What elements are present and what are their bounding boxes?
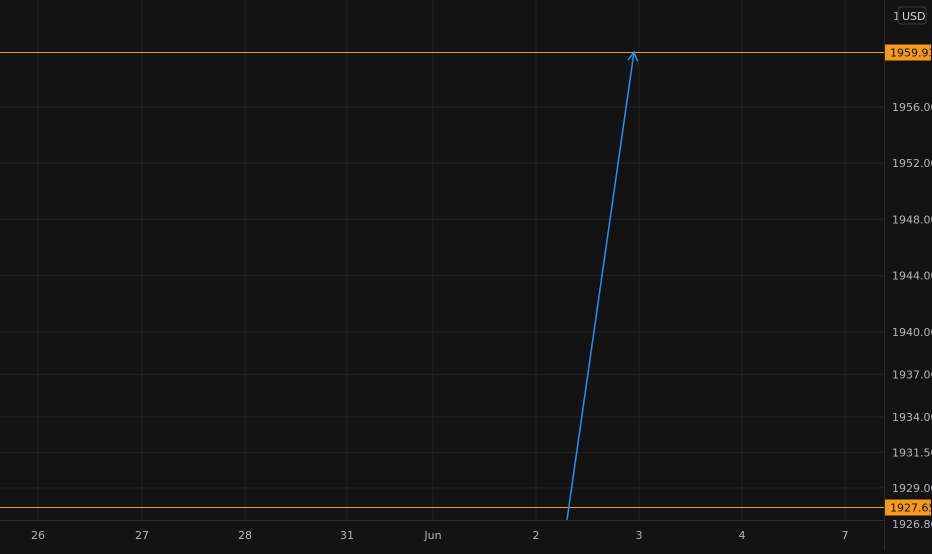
- time-tick-label: 27: [135, 529, 149, 542]
- price-tick-label: 1952.00: [892, 157, 932, 170]
- price-tick-label: 1937.00: [892, 368, 932, 381]
- time-tick-label: 7: [842, 529, 849, 542]
- arrow-shaft[interactable]: [566, 51, 635, 521]
- price-tick-label: 1956.00: [892, 101, 932, 114]
- time-axis[interactable]: 26 27 28 31 Jun 2 3 4 7: [31, 529, 849, 542]
- price-tick-label: 1948.00: [892, 213, 932, 226]
- time-tick-label: Jun: [423, 529, 441, 542]
- trend-arrow[interactable]: [566, 50, 639, 521]
- grid: [0, 0, 885, 550]
- time-tick-label: 4: [739, 529, 746, 542]
- price-chart[interactable]: 1959.93 1927.65 1956.00 1952.00 1948.00 1944…: [0, 0, 932, 550]
- price-tick-label: 1929.00: [892, 482, 932, 495]
- chart-canvas[interactable]: 1959.93 1927.65 1956.00 1952.00 1948.00 1944…: [0, 0, 932, 550]
- time-tick-label: 2: [533, 529, 540, 542]
- level-price-label: 1959.93: [890, 47, 932, 60]
- price-tick-label-partial: 1926.80: [892, 518, 932, 531]
- price-tick-label: 1934.00: [892, 411, 932, 424]
- price-axis[interactable]: 1956.00 1952.00 1948.00 1944.00 1940.00 1937.…: [892, 101, 932, 531]
- price-tick-label: 1940.00: [892, 326, 932, 339]
- price-tick-label: 1944.00: [892, 270, 932, 283]
- currency-badge[interactable]: 1 USD: [893, 6, 927, 25]
- currency-label: USD: [902, 10, 926, 23]
- price-tick-label: 1931.50: [892, 446, 932, 459]
- time-tick-label: 31: [340, 529, 354, 542]
- time-tick-label: 3: [636, 529, 643, 542]
- level-price-label: 1927.65: [890, 502, 932, 515]
- horizontal-levels[interactable]: 1959.93 1927.65: [0, 44, 932, 516]
- time-tick-label: 28: [238, 529, 252, 542]
- time-tick-label: 26: [31, 529, 45, 542]
